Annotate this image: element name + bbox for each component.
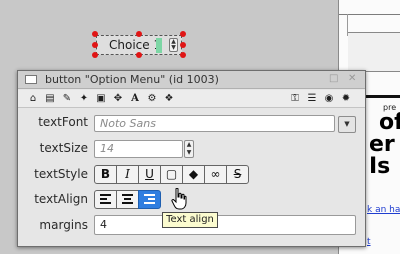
bold-button[interactable]: B [94,165,117,184]
resize-handle[interactable] [180,31,186,37]
resize-handle[interactable] [92,52,98,58]
margins-label: margins [39,218,88,232]
maximize-button[interactable]: □ [329,73,338,84]
textsize-field[interactable]: 14 [94,140,183,158]
document-heading-line1: of [379,110,400,135]
inspector-titlebar[interactable]: button "Option Menu" (id 1003) □ ✕ [18,71,365,89]
gear-icon[interactable]: ✹ [339,92,353,106]
pencil-icon[interactable]: ✎ [60,92,74,106]
textfont-label: textFont [38,115,88,129]
box-icon: ▢ [165,167,178,181]
cube-icon: ◆ [188,167,199,181]
textalign-buttons [94,190,161,209]
textstyle-buttons: B I U ▢ ◆ ∞ S [94,165,249,184]
list-icon[interactable]: ☰ [305,92,319,106]
underline-button[interactable]: U [138,165,161,184]
resize-handle[interactable] [180,42,186,48]
home-icon[interactable]: ⌂ [26,92,40,106]
textstyle-label: textStyle [34,167,88,181]
link-style-button[interactable]: ∞ [204,165,227,184]
inspector-toolbar: ⌂ ▤ ✎ ✦ ▣ ✥ A ⚙ ❖ ⚿ ☰ ◉ ✹ [18,90,365,108]
align-right-icon [144,194,155,205]
textalign-label: textAlign [34,192,88,206]
text-icon[interactable]: A [128,92,142,106]
strikeout-button[interactable]: S [226,165,249,184]
hand-cursor-icon [171,188,187,210]
magic-wand-icon[interactable]: ✦ [77,92,91,106]
database-icon[interactable]: ▤ [43,92,57,106]
link-icon: ∞ [210,167,221,181]
align-center-icon [122,194,133,205]
lock-icon[interactable]: ⚿ [288,92,302,106]
margins-field[interactable]: 4 [94,215,356,235]
resize-handle[interactable] [136,52,142,58]
resize-handle[interactable] [136,31,142,37]
option-menu-arrows-icon[interactable]: ▲ ▼ [169,38,178,52]
align-right-button[interactable] [138,190,161,209]
document-side-panel [348,32,400,72]
target-icon[interactable]: ◉ [322,92,336,106]
strikeout-icon: S [233,167,242,181]
align-left-button[interactable] [94,190,117,209]
textfont-dropdown-button[interactable]: ▼ [338,116,356,133]
box-style-button[interactable]: ▢ [160,165,183,184]
document-link[interactable]: k an ha [367,205,400,215]
document-heading-line2: er Is [369,132,395,179]
textsize-stepper[interactable]: ▲ ▼ [184,140,194,158]
textsize-label: textSize [39,141,88,155]
3d-box-style-button[interactable]: ◆ [182,165,205,184]
resize-handle[interactable] [92,31,98,37]
image-icon[interactable]: ▣ [94,92,108,106]
italic-button[interactable]: I [116,165,139,184]
tooltip: Text align [162,212,218,228]
network-icon[interactable]: ⚙ [145,92,159,106]
move-icon[interactable]: ✥ [111,92,125,106]
close-button[interactable]: ✕ [348,73,356,84]
align-left-icon [100,194,111,205]
document-link[interactable]: t [367,237,371,247]
textfont-field[interactable]: Noto Sans [94,115,335,132]
code-icon[interactable]: ❖ [162,92,176,106]
window-icon [25,75,37,84]
resize-handle[interactable] [92,42,98,48]
inspector-title: button "Option Menu" (id 1003) [45,73,219,86]
text-selection-highlight [156,38,162,53]
align-center-button[interactable] [116,190,139,209]
resize-handle[interactable] [180,52,186,58]
